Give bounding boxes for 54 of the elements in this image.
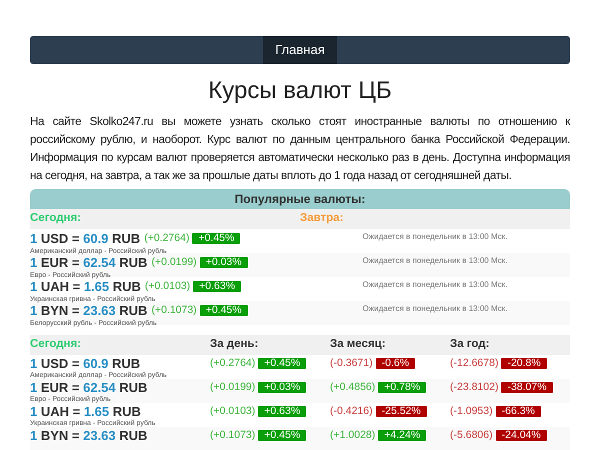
- status-text: Ожидается в понедельник в 13:00 Мск.: [362, 303, 508, 315]
- percent-badge: +0.78%: [378, 382, 426, 393]
- percent-badge: +0.45%: [258, 358, 306, 369]
- change-value: (-0.4216): [330, 404, 373, 419]
- table-title: Популярные валюты:: [30, 189, 570, 209]
- change-value: (+0.2764): [210, 356, 256, 371]
- percent-badge: +0.45%: [192, 233, 240, 244]
- change-value: (+0.1073): [151, 303, 197, 318]
- change-value: (+0.0199): [151, 255, 197, 270]
- change-value: (-1.0953): [450, 404, 493, 419]
- status-text: Ожидается в понедельник в 13:00 Мск.: [362, 231, 508, 243]
- exchange-rate: 1 EUR = 62.54 RUB: [30, 255, 148, 270]
- percent-badge: +0.03%: [200, 257, 248, 268]
- column-header: Сегодня:: [30, 212, 81, 224]
- percent-badge: -0.6%: [376, 358, 416, 369]
- exchange-rate: 1 UAH = 1.65 RUB: [30, 279, 141, 294]
- intro-paragraph: На сайте Skolko247.ru вы можете узнать сколько стоят иностранные валюты по отношению к российскому рублю, и наоборот. Курс валют по данным центрального банка Российской Федерации. Информация по курсам валют проверяется автоматически несколько раз в день. Доступна информация на сегодня, на завтра, а так же за прошлые даты вплоть до 1 года назад от сегодняшней даты.: [30, 114, 570, 184]
- column-header: За день:: [210, 338, 258, 350]
- percent-badge: -20.8%: [501, 358, 547, 369]
- column-header: Завтра:: [300, 212, 344, 224]
- column-header: За месяц:: [330, 338, 386, 350]
- percent-badge: +4.24%: [378, 430, 426, 441]
- change-value: (+1.0028): [330, 428, 376, 443]
- change-value: (-12.6678): [450, 356, 498, 371]
- percent-badge: -66.3%: [496, 406, 541, 417]
- percent-badge: -25.52%: [376, 406, 427, 417]
- nav-link[interactable]: Главная: [263, 36, 337, 64]
- change-value: (+0.4856): [330, 380, 376, 395]
- percent-badge: +0.45%: [200, 305, 248, 316]
- page-title: Курсы валют ЦБ: [207, 76, 393, 106]
- exchange-rate: 1 UAH = 1.65 RUB: [30, 404, 141, 419]
- change-value: (+0.0103): [210, 404, 256, 419]
- percent-badge: +0.03%: [258, 382, 306, 393]
- exchange-rate: 1 USD = 60.9 RUB: [30, 356, 140, 371]
- change-value: (+0.2764): [144, 231, 190, 246]
- change-value: (+0.0103): [144, 279, 190, 294]
- change-value: (-23.8102): [450, 380, 498, 395]
- change-value: (+0.0199): [210, 380, 256, 395]
- column-header: За год:: [450, 338, 490, 350]
- exchange-rate: 1 BYN = 23.63 RUB: [30, 428, 148, 443]
- percent-badge: -24.04%: [496, 430, 547, 441]
- status-text: Ожидается в понедельник в 13:00 Мск.: [362, 255, 508, 267]
- percent-badge: +0.63%: [258, 406, 306, 417]
- percent-badge: +0.45%: [258, 430, 306, 441]
- column-header: Сегодня:: [30, 338, 81, 350]
- change-value: (-5.6806): [450, 428, 493, 443]
- percent-badge: -38.07%: [501, 382, 553, 393]
- percent-badge: +0.63%: [193, 281, 242, 292]
- exchange-rate: 1 USD = 60.9 RUB: [30, 231, 140, 246]
- exchange-rate: 1 BYN = 23.63 RUB: [30, 303, 148, 318]
- exchange-rate: 1 EUR = 62.54 RUB: [30, 380, 148, 395]
- change-value: (+0.1073): [210, 428, 256, 443]
- status-text: Ожидается в понедельник в 13:00 Мск.: [362, 279, 508, 291]
- change-value: (-0.3671): [330, 356, 373, 371]
